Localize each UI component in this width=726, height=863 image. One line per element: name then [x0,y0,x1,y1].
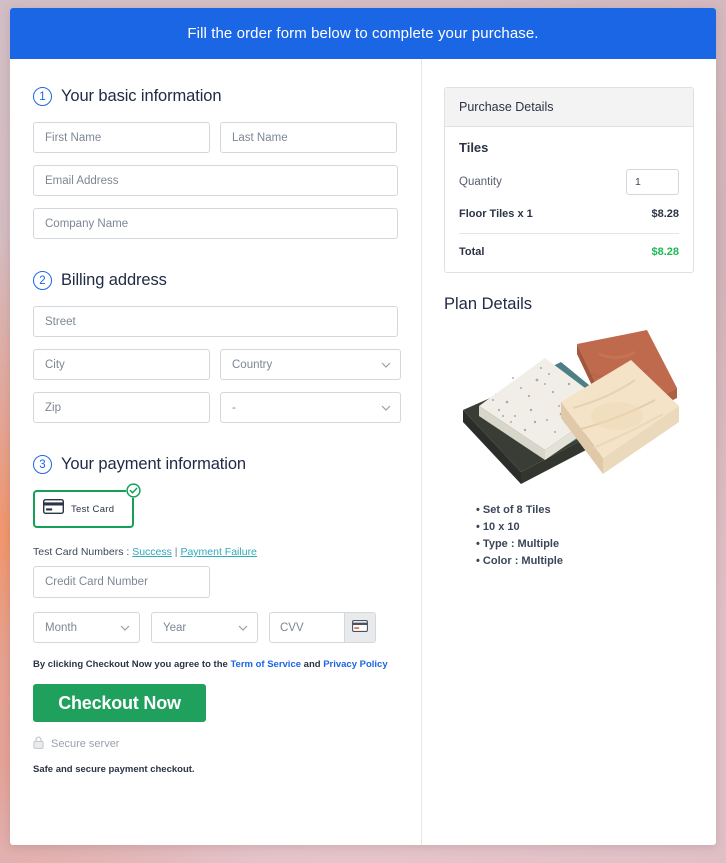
banner: Fill the order form below to complete yo… [10,8,716,59]
step-number-2: 2 [33,271,52,290]
name-row: First Name Last Name [33,122,398,153]
step-number-1: 1 [33,87,52,106]
step-number-3: 3 [33,455,52,474]
step-title-2: Billing address [61,271,167,289]
expiry-month-select[interactable]: Month [33,612,140,643]
email-row: Email Address [33,165,398,196]
city-input[interactable]: City [33,349,210,380]
cvv-help-button[interactable] [344,613,375,642]
state-select-value: - [232,401,236,414]
test-card-option[interactable]: Test Card [33,490,134,528]
terms-notice: By clicking Checkout Now you agree to th… [33,659,398,670]
total-label: Total [459,246,485,258]
quantity-input[interactable] [626,169,679,195]
line-item-row: Floor Tiles x 1 $8.28 [459,208,679,234]
list-item: Color : Multiple [476,553,694,570]
expiry-cvv-row: Month Year CVV [33,612,398,643]
test-card-numbers-note: Test Card Numbers : Success | Payment Fa… [33,546,398,558]
state-select[interactable]: - [220,392,401,423]
payment-failure-card-link[interactable]: Payment Failure [180,546,256,558]
privacy-policy-link[interactable]: Privacy Policy [323,659,387,670]
company-name-input[interactable]: Company Name [33,208,398,239]
cvv-input[interactable]: CVV [270,613,344,642]
credit-card-number-input[interactable]: Credit Card Number [33,566,210,598]
country-select-value: Country [232,358,273,371]
chevron-down-icon [381,405,391,411]
city-country-row: City Country [33,349,401,380]
first-name-input[interactable]: First Name [33,122,210,153]
chevron-down-icon [238,625,248,631]
purchase-details-body: Tiles Quantity Floor Tiles x 1 $8.28 Tot… [445,127,693,272]
tiles-product-image [463,330,679,484]
country-select[interactable]: Country [220,349,401,380]
section-heading-billing-address: 2 Billing address [33,271,398,290]
lock-icon [33,736,44,752]
terms-of-service-link[interactable]: Term of Service [230,659,301,670]
secure-server-note: Secure server [33,736,398,752]
credit-card-row: Credit Card Number [33,566,398,598]
expiry-month-value: Month [45,621,77,634]
list-item: 10 x 10 [476,519,694,536]
secure-server-label: Secure server [51,738,120,750]
section-heading-basic-information: 1 Your basic information [33,87,398,106]
quantity-row: Quantity [459,169,679,195]
terms-prefix: By clicking Checkout Now you agree to th… [33,659,231,670]
checkout-card: Fill the order form below to complete yo… [10,8,716,845]
list-item: Set of 8 Tiles [476,502,694,519]
total-price: $8.28 [651,246,679,258]
test-card-label: Test Card [71,503,115,515]
check-circle-icon [126,483,141,498]
chevron-down-icon [381,362,391,368]
zip-state-row: Zip - [33,392,401,423]
credit-card-icon [352,619,368,637]
expiry-year-select[interactable]: Year [151,612,258,643]
email-input[interactable]: Email Address [33,165,398,196]
quantity-label: Quantity [459,176,502,188]
line-item-label: Floor Tiles x 1 [459,208,533,220]
step-title-3: Your payment information [61,455,247,473]
terms-middle: and [301,659,324,670]
section-heading-payment-information: 3 Your payment information [33,455,398,474]
product-title: Tiles [459,140,489,155]
form-column: 1 Your basic information First Name Last… [10,59,422,845]
last-name-input[interactable]: Last Name [220,122,397,153]
street-row: Street [33,306,398,337]
success-card-link[interactable]: Success [132,546,172,558]
safe-checkout-note: Safe and secure payment checkout. [33,764,195,775]
line-item-price: $8.28 [651,208,679,220]
street-input[interactable]: Street [33,306,398,337]
total-row: Total $8.28 [459,234,679,258]
plan-details-title: Plan Details [444,295,533,313]
step-title-1: Your basic information [61,87,222,105]
purchase-details-panel: Purchase Details Tiles Quantity Floor Ti… [444,87,694,273]
purchase-details-header: Purchase Details [445,88,693,127]
test-card-option-wrapper: Test Card [33,483,141,528]
test-card-numbers-label: Test Card Numbers : [33,546,133,558]
list-item: Type : Multiple [476,536,694,553]
checkout-now-button[interactable]: Checkout Now [33,684,206,722]
cvv-group: CVV [269,612,376,643]
banner-text: Fill the order form below to complete yo… [187,25,539,42]
chevron-down-icon [120,625,130,631]
summary-column: Purchase Details Tiles Quantity Floor Ti… [422,59,716,845]
zip-input[interactable]: Zip [33,392,210,423]
card-body: 1 Your basic information First Name Last… [10,59,716,845]
plan-feature-list: Set of 8 Tiles 10 x 10 Type : Multiple C… [476,502,694,570]
credit-card-icon [42,498,65,519]
company-row: Company Name [33,208,398,239]
expiry-year-value: Year [163,621,187,634]
